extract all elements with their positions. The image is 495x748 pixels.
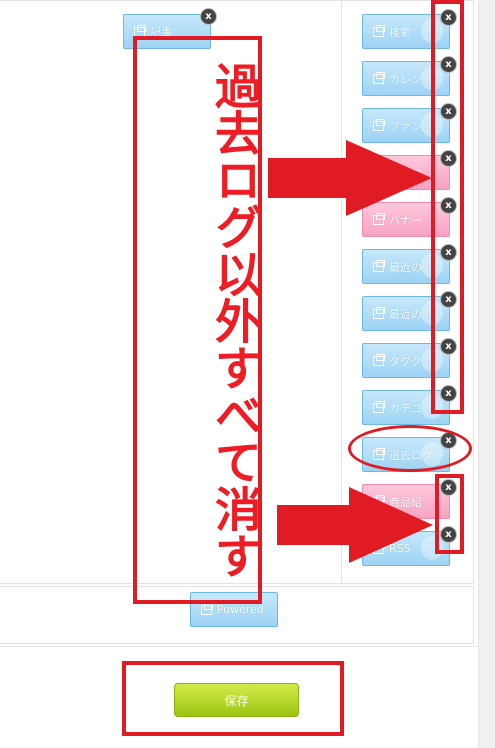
widget-move-icon [373,24,385,37]
widget-move-icon [373,353,385,366]
widget-label: 検索 [389,25,411,39]
widget-label: 最近の [389,307,422,321]
page-scrollbar[interactable] [478,0,495,748]
widget-move-icon [373,400,385,413]
widget-move-icon [373,259,385,272]
widget-move-icon [201,602,213,615]
widget-move-icon [134,24,146,37]
arrow-right-icon [268,140,432,216]
widget-label: カレン [389,72,422,86]
widget-label: カテゴ [389,401,422,415]
annotation-highlight-bottom [435,474,464,554]
arrow-right-icon [277,487,433,563]
save-button[interactable]: 保存 [174,683,299,717]
annotation-text: 過去ログ以外すべて消す [206,62,261,579]
close-icon[interactable]: x [201,9,216,24]
divider [0,646,478,647]
widget-move-icon [373,118,385,131]
annotation-ellipse-archive [348,425,472,472]
annotation-highlight-top [431,0,464,414]
widget-label: 最近の [389,260,422,274]
widget-move-icon [373,306,385,319]
widget-label: ファン [389,119,422,133]
widget-label: タグク [389,354,422,368]
widget-label: Powered [217,603,264,616]
widget-move-icon [373,71,385,84]
